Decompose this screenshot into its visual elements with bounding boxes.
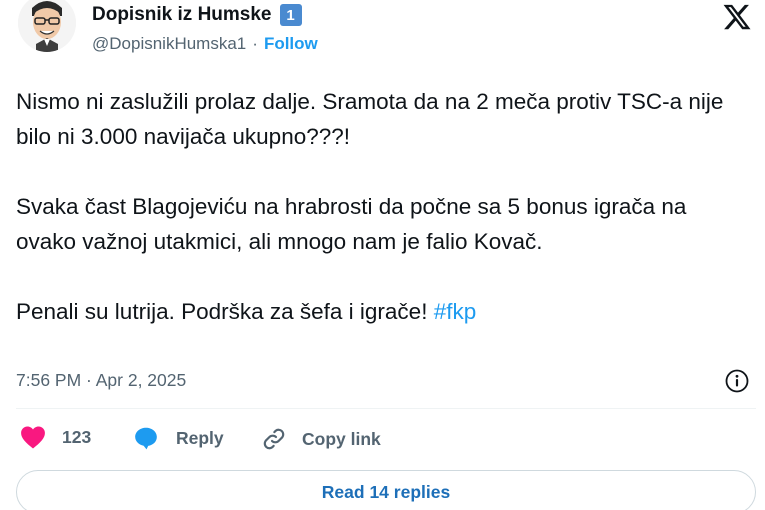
number-badge: 1 <box>279 4 302 26</box>
divider <box>16 408 756 409</box>
hashtag-link[interactable]: #fkp <box>434 299 477 324</box>
tweet-text: Nismo ni zaslužili prolaz dalje. Sramota… <box>16 84 746 329</box>
link-icon <box>263 428 285 450</box>
caricature-avatar-icon <box>18 0 76 52</box>
x-logo-icon[interactable] <box>721 2 753 32</box>
tweet-paragraph-text: Penali su lutrija. Podrška za šefa i igr… <box>16 299 434 324</box>
separator-dot: · <box>252 34 258 53</box>
tweet-paragraph-last: Penali su lutrija. Podrška za šefa i igr… <box>16 294 746 329</box>
reply-label: Reply <box>176 427 224 448</box>
author-name-row[interactable]: Dopisnik iz Humske 1 <box>92 4 302 26</box>
author-handle[interactable]: @DopisnikHumska1 <box>92 34 246 54</box>
copy-link-label: Copy link <box>302 428 381 449</box>
tweet-actions: 123 Reply Copy link <box>20 425 760 455</box>
avatar[interactable] <box>18 0 76 52</box>
reply-button[interactable]: Reply <box>133 425 224 451</box>
read-replies-button[interactable]: Read 14 replies <box>16 470 756 510</box>
like-button[interactable]: 123 <box>20 425 91 449</box>
copy-link-button[interactable]: Copy link <box>260 425 381 453</box>
tweet-embed: Dopisnik iz Humske 1 @DopisnikHumska1 · … <box>0 0 765 510</box>
heart-icon <box>21 426 45 449</box>
tweet-timestamp[interactable]: 7:56 PM · Apr 2, 2025 <box>16 370 186 391</box>
author-handle-row: @DopisnikHumska1 · Follow <box>92 34 318 54</box>
like-count: 123 <box>62 426 92 447</box>
reply-bubble-icon <box>135 427 157 450</box>
follow-button[interactable]: Follow <box>264 34 318 54</box>
tweet-paragraph: Svaka čast Blagojeviću na hrabrosti da p… <box>16 194 687 254</box>
info-icon[interactable] <box>724 368 750 394</box>
author-display-name[interactable]: Dopisnik iz Humske <box>92 4 272 26</box>
tweet-paragraph: Nismo ni zaslužili prolaz dalje. Sramota… <box>16 89 724 149</box>
